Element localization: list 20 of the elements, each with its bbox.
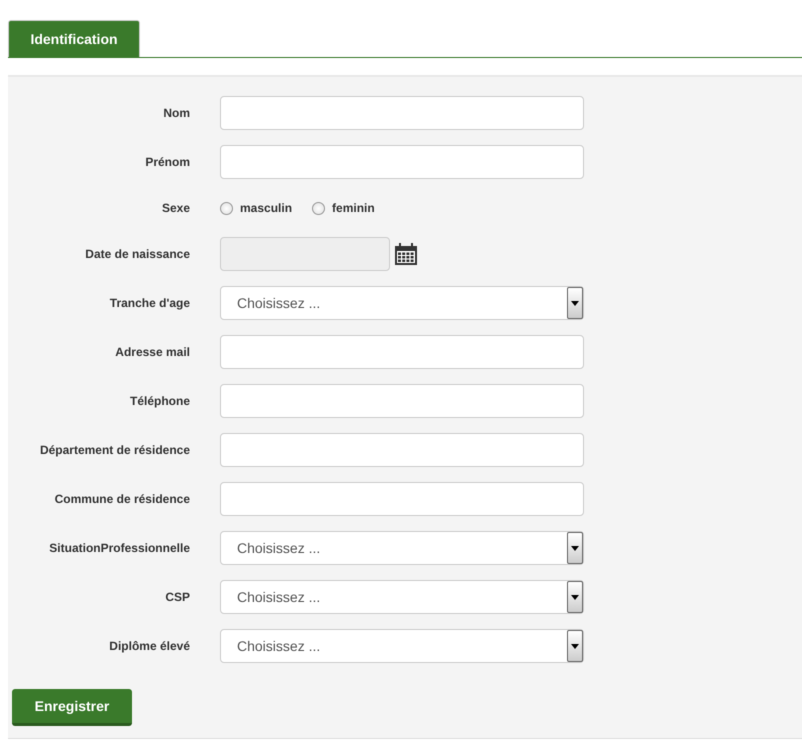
dropdown[interactable]: Choisissez ... (220, 531, 584, 565)
save-button[interactable]: Enregistrer (12, 689, 132, 726)
radio-label[interactable]: feminin (332, 201, 375, 215)
field-label: Adresse mail (114, 345, 191, 359)
field-label: CSP (164, 590, 191, 604)
field-label: Diplôme élevé (108, 639, 191, 653)
radio-label[interactable]: masculin (240, 201, 292, 215)
field-label: SituationProfessionnelle (48, 541, 191, 555)
field-label: Département de résidence (38, 443, 191, 457)
tab[interactable]: Identification (8, 20, 140, 57)
field-label: Téléphone (128, 394, 191, 408)
dropdown[interactable]: Choisissez ... (220, 286, 584, 320)
field-label: Prénom (144, 155, 191, 169)
dropdown[interactable]: Choisissez ... (220, 580, 584, 614)
field-label: Commune de résidence (54, 492, 191, 506)
field-label: Nom (162, 106, 191, 120)
field-label: Sexe (160, 201, 191, 215)
dropdown[interactable]: Choisissez ... (220, 629, 584, 663)
field-label: Tranche d'age (108, 296, 191, 310)
field-label: Date de naissance (84, 247, 191, 261)
